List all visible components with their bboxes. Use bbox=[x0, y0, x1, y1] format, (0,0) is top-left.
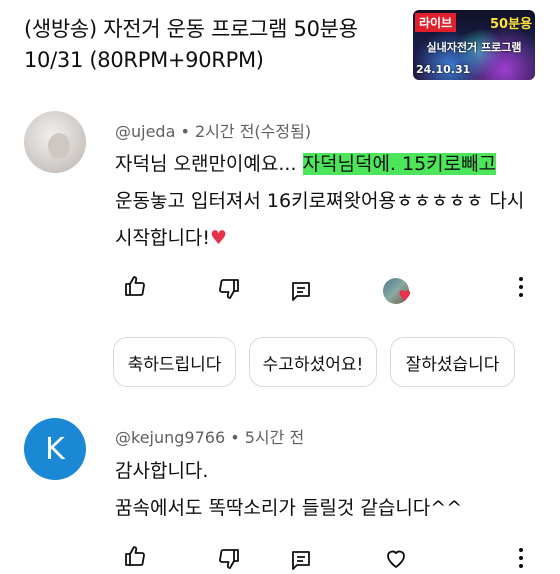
live-badge: 라이브 bbox=[415, 13, 457, 32]
more-vert-icon[interactable] bbox=[514, 544, 528, 572]
avatar[interactable] bbox=[24, 111, 86, 173]
reply-chip-well-done[interactable]: 잘하셨습니다 bbox=[390, 337, 515, 387]
avatar[interactable]: K bbox=[24, 418, 86, 480]
video-thumbnail[interactable]: 라이브 50분용 실내자전거 프로그램 24.10.31 bbox=[413, 10, 535, 80]
like-button[interactable] bbox=[121, 272, 149, 300]
comment-text-line1: 감사합니다. bbox=[115, 460, 209, 482]
meta-separator: • bbox=[225, 428, 245, 447]
reply-chip-good-job[interactable]: 수고하셨어요! bbox=[249, 337, 377, 387]
comment-text: 감사합니다. 꿈속에서도 똑딱소리가 들릴것 같습니다^^ bbox=[115, 453, 535, 527]
thumbnail-duration: 50분용 bbox=[489, 17, 532, 32]
thumbs-up-icon bbox=[125, 546, 145, 566]
reply-button[interactable] bbox=[287, 546, 315, 574]
comment-icon bbox=[292, 282, 310, 301]
heart-emoji: ♥ bbox=[210, 227, 228, 249]
comment-author[interactable]: @ujeda bbox=[115, 122, 175, 141]
thumbnail-caption: 실내자전거 프로그램 bbox=[426, 41, 522, 54]
avatar-letter: K bbox=[45, 431, 65, 467]
video-title-line2: 10/31 (80RPM+90RPM) bbox=[24, 48, 264, 72]
dislike-button[interactable] bbox=[215, 275, 243, 303]
more-vert-icon[interactable] bbox=[514, 273, 528, 301]
video-header: (생방송) 자전거 운동 프로그램 50분용 10/31 (80RPM+90RP… bbox=[24, 14, 404, 76]
like-button[interactable] bbox=[121, 542, 149, 570]
comment-text-highlight: 자덕님덕에. 15키로빼고 bbox=[302, 153, 497, 175]
comment-meta: @kejung9766 • 5시간 전 bbox=[115, 424, 304, 448]
comment-author[interactable]: @kejung9766 bbox=[115, 428, 225, 447]
comment-text-line2: 꿈속에서도 똑딱소리가 들릴것 같습니다^^ bbox=[115, 497, 463, 519]
reply-button[interactable] bbox=[287, 277, 315, 305]
comment-text: 자덕님 오랜만이예요... 자덕님덕에. 15키로빼고 운동놓고 입터져서 16… bbox=[115, 146, 535, 257]
thumbs-down-icon bbox=[219, 549, 239, 569]
comment-meta: @ujeda • 2시간 전(수정됨) bbox=[115, 118, 311, 142]
thumbs-down-icon bbox=[219, 279, 239, 299]
comment-time: 5시간 전 bbox=[244, 428, 305, 447]
comment-icon bbox=[292, 551, 310, 570]
comment-time: 2시간 전(수정됨) bbox=[195, 122, 312, 141]
comment-text-line2: 운동놓고 입터져서 16키로쪄왓어용ㅎㅎㅎㅎㅎ 다시 bbox=[115, 190, 525, 212]
creator-heart-icon: ♥ bbox=[398, 287, 412, 305]
comment-text-line3: 시작합니다! bbox=[115, 227, 211, 249]
thumbnail-date: 24.10.31 bbox=[416, 63, 471, 76]
dislike-button[interactable] bbox=[215, 545, 243, 573]
comment-text-plain: 자덕님 오랜만이예요... bbox=[115, 153, 297, 175]
reply-chip-congrats[interactable]: 축하드립니다 bbox=[113, 337, 236, 387]
thumbs-up-icon bbox=[125, 276, 145, 296]
heart-button[interactable] bbox=[382, 544, 410, 572]
video-title-line1: (생방송) 자전거 운동 프로그램 50분용 bbox=[24, 17, 358, 41]
meta-separator: • bbox=[175, 122, 195, 141]
heart-icon bbox=[387, 550, 405, 568]
